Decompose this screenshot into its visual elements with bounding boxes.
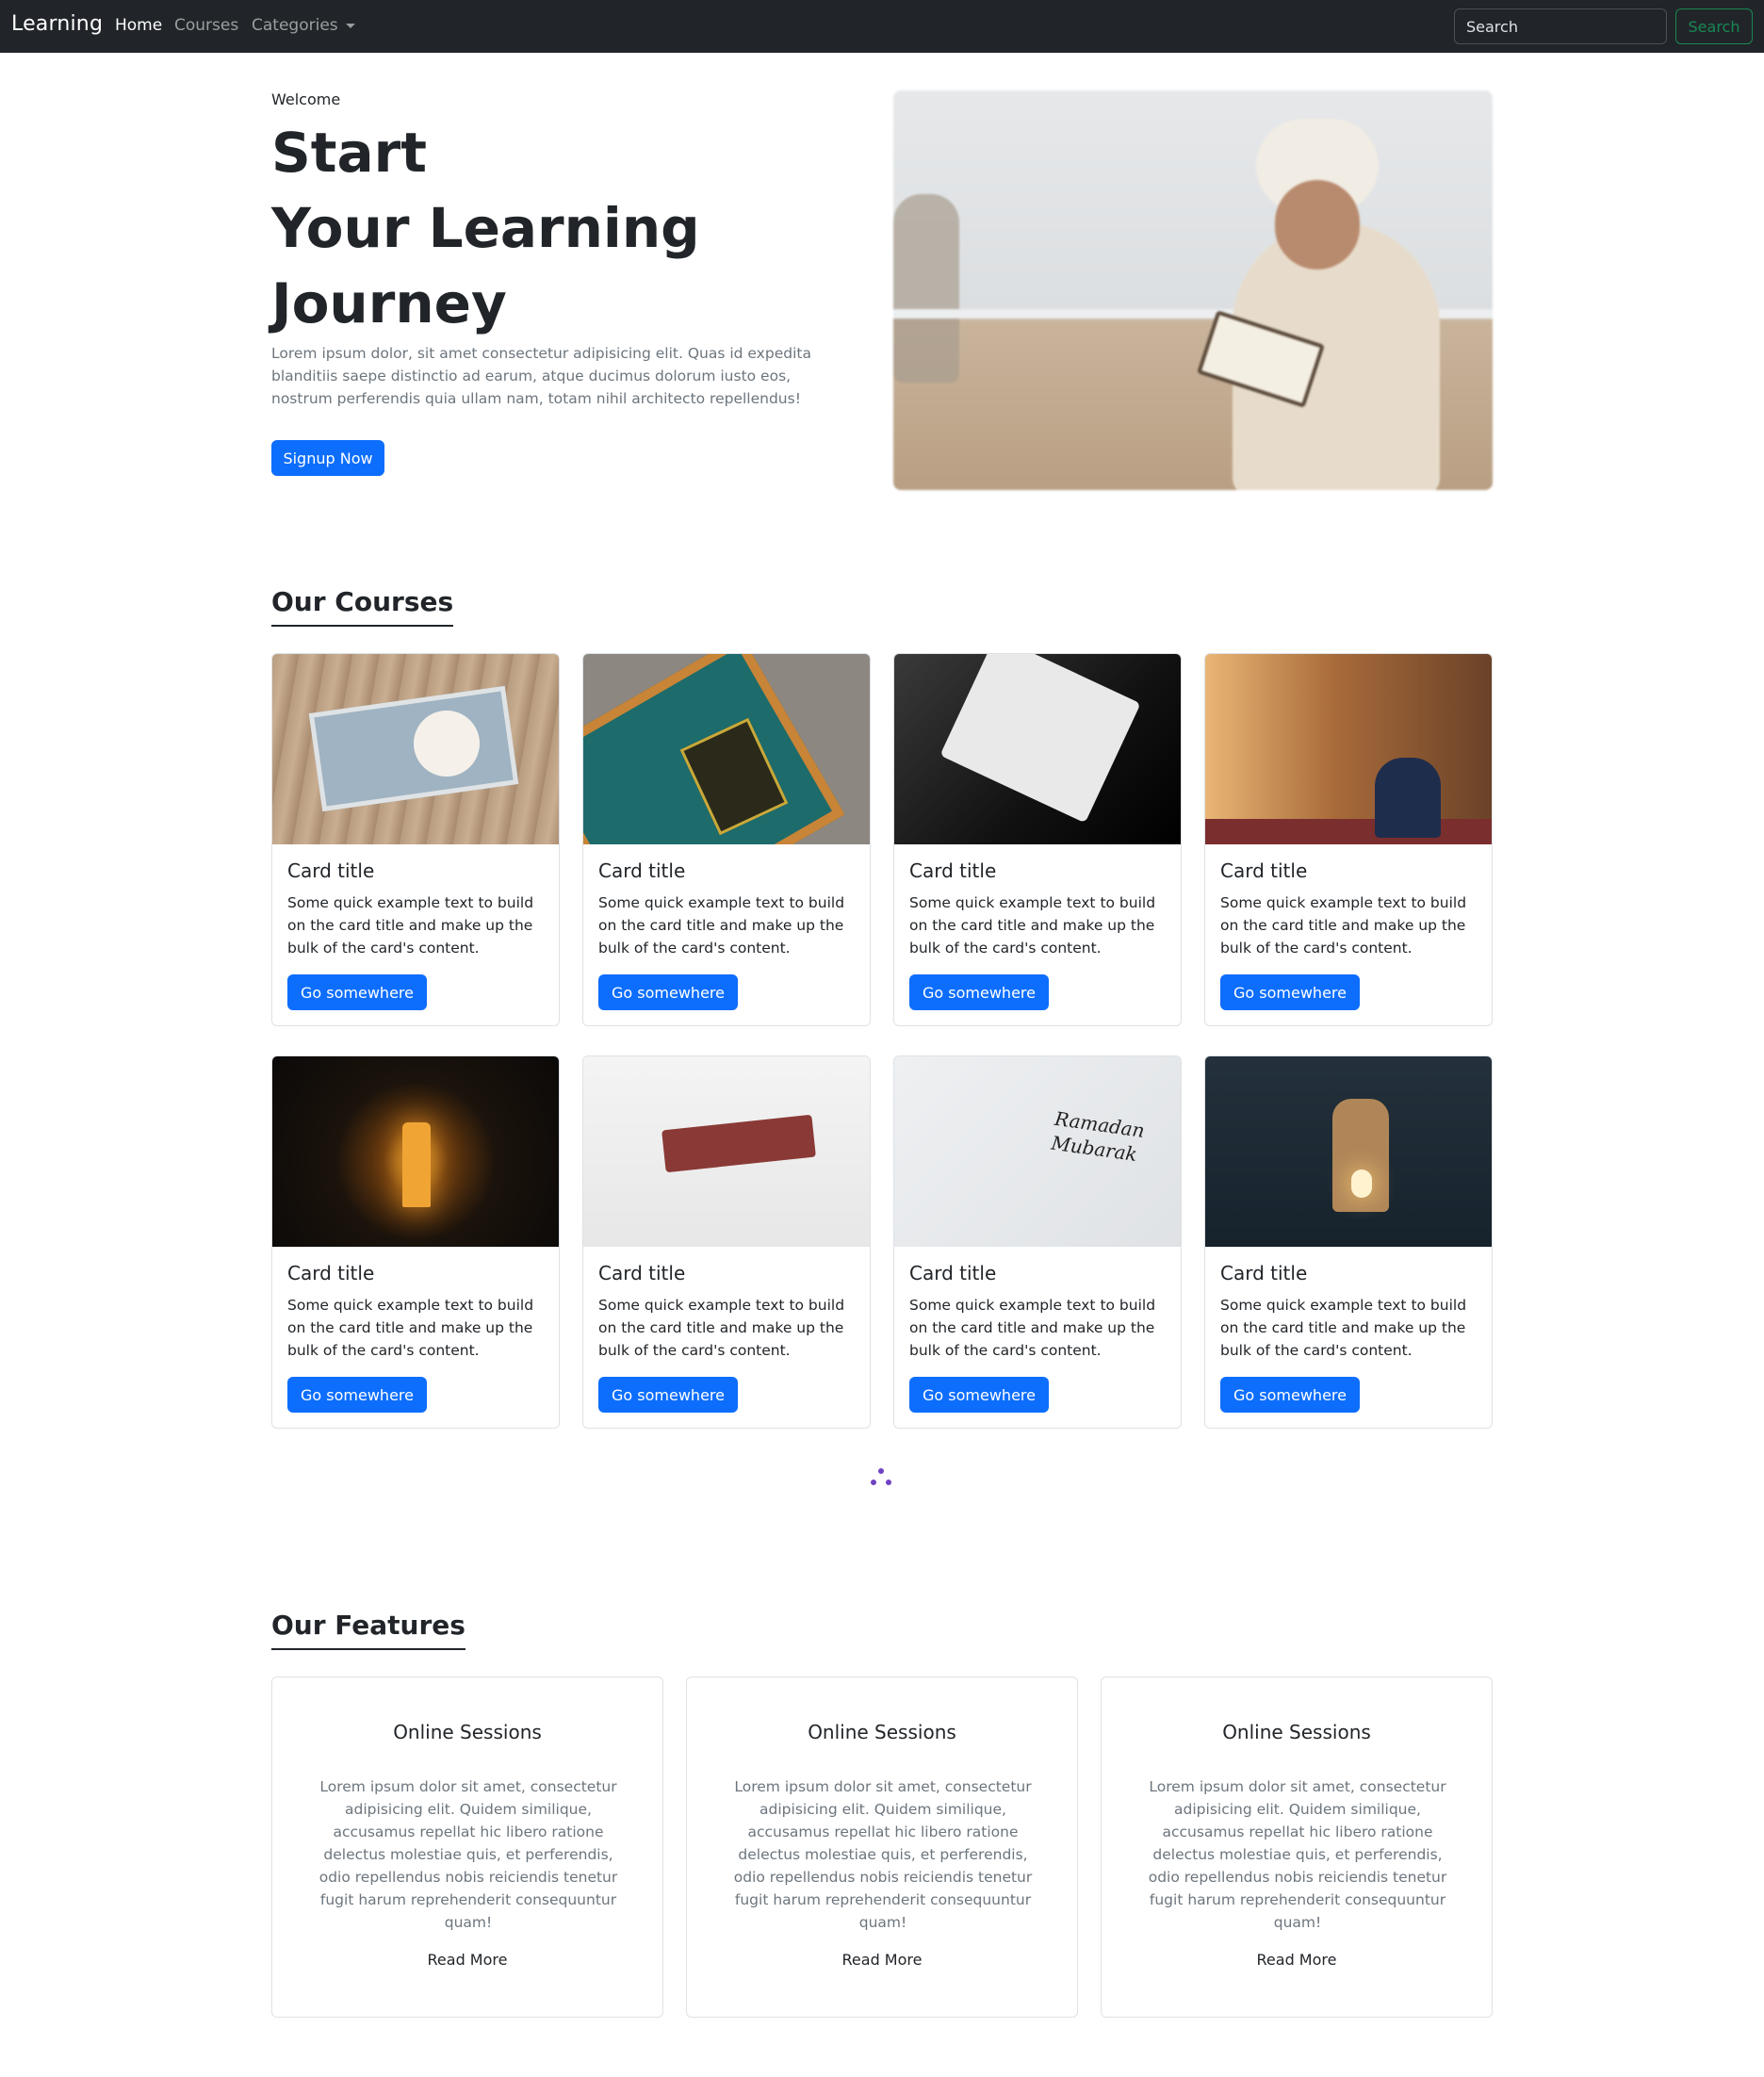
course-card: Card title Some quick example text to bu… — [582, 1055, 871, 1429]
feature-title: Online Sessions — [1222, 1721, 1371, 1743]
course-card-image — [1205, 654, 1492, 844]
go-somewhere-button[interactable]: Go somewhere — [909, 974, 1049, 1010]
go-somewhere-button[interactable]: Go somewhere — [598, 974, 738, 1010]
card-title: Card title — [909, 1262, 997, 1284]
card-title: Card title — [1220, 1262, 1308, 1284]
course-card: Card title Some quick example text to bu… — [893, 653, 1182, 1026]
go-somewhere-button[interactable]: Go somewhere — [287, 1377, 427, 1413]
hero-title-line-2: Your Learning — [271, 196, 700, 260]
navbar: Learning Home Courses Categories Search — [0, 0, 1764, 53]
signup-button[interactable]: Signup Now — [271, 440, 384, 476]
feature-text: Lorem ipsum dolor sit amet, consectetur … — [318, 1778, 618, 1931]
course-card-image — [583, 654, 870, 844]
course-card: Card title Some quick example text to bu… — [1204, 1055, 1493, 1429]
course-card-image — [583, 1056, 870, 1247]
card-title: Card title — [598, 859, 686, 882]
hero-title-line-3: Journey — [271, 271, 507, 335]
feature-text: Lorem ipsum dolor sit amet, consectetur … — [733, 1778, 1033, 1931]
course-card: Card title Some quick example text to bu… — [271, 653, 560, 1026]
nav-categories-label: Categories — [252, 16, 338, 35]
card-title: Card title — [1220, 859, 1308, 882]
feature-title: Online Sessions — [808, 1721, 956, 1743]
nav-courses[interactable]: Courses — [174, 16, 238, 35]
course-card-image — [272, 654, 559, 844]
go-somewhere-button[interactable]: Go somewhere — [1220, 974, 1360, 1010]
read-more-link[interactable]: Read More — [687, 1951, 1077, 1969]
hero-image — [893, 90, 1493, 490]
feature-card: Online Sessions Lorem ipsum dolor sit am… — [686, 1676, 1078, 2018]
feature-card: Online Sessions Lorem ipsum dolor sit am… — [271, 1676, 663, 2018]
brand-logo[interactable]: Learning — [11, 12, 103, 36]
course-card: Card title Some quick example text to bu… — [271, 1055, 560, 1429]
card-title: Card title — [598, 1262, 686, 1284]
course-card: Card title Some quick example text to bu… — [582, 653, 871, 1026]
hero-title: Start Your Learning Journey — [271, 115, 856, 341]
course-card: Card title Some quick example text to bu… — [1204, 653, 1493, 1026]
ramadan-mubarak-sign: Ramadan Mubarak — [1050, 1106, 1147, 1167]
course-card-image — [1205, 1056, 1492, 1247]
nav-home[interactable]: Home — [115, 16, 162, 35]
hero-welcome: Welcome — [271, 90, 341, 108]
card-text: Some quick example text to build on the … — [598, 1297, 845, 1359]
card-text: Some quick example text to build on the … — [598, 894, 845, 957]
search-button[interactable]: Search — [1675, 8, 1753, 44]
course-card-image: Ramadan Mubarak — [894, 1056, 1181, 1247]
hero-description: Lorem ipsum dolor, sit amet consectetur … — [271, 345, 811, 407]
card-text: Some quick example text to build on the … — [909, 1297, 1156, 1359]
card-text: Some quick example text to build on the … — [287, 1297, 534, 1359]
read-more-link[interactable]: Read More — [272, 1951, 662, 1969]
feature-title: Online Sessions — [393, 1721, 542, 1743]
card-title: Card title — [287, 859, 375, 882]
read-more-link[interactable]: Read More — [1102, 1951, 1492, 1969]
course-card-image — [272, 1056, 559, 1247]
feature-text: Lorem ipsum dolor sit amet, consectetur … — [1148, 1778, 1447, 1931]
loader-icon — [867, 1466, 895, 1491]
go-somewhere-button[interactable]: Go somewhere — [1220, 1377, 1360, 1413]
features-heading: Our Features — [271, 1610, 466, 1650]
search-input[interactable] — [1454, 8, 1667, 44]
go-somewhere-button[interactable]: Go somewhere — [287, 974, 427, 1010]
courses-heading: Our Courses — [271, 586, 454, 627]
card-title: Card title — [287, 1262, 375, 1284]
card-text: Some quick example text to build on the … — [1220, 894, 1467, 957]
course-card: Ramadan Mubarak Card title Some quick ex… — [893, 1055, 1182, 1429]
feature-card: Online Sessions Lorem ipsum dolor sit am… — [1101, 1676, 1493, 2018]
nav-categories-dropdown[interactable]: Categories — [252, 16, 355, 35]
go-somewhere-button[interactable]: Go somewhere — [598, 1377, 738, 1413]
caret-down-icon — [345, 23, 355, 28]
card-text: Some quick example text to build on the … — [1220, 1297, 1467, 1359]
course-card-image — [894, 654, 1181, 844]
card-text: Some quick example text to build on the … — [287, 894, 534, 957]
card-text: Some quick example text to build on the … — [909, 894, 1156, 957]
go-somewhere-button[interactable]: Go somewhere — [909, 1377, 1049, 1413]
card-title: Card title — [909, 859, 997, 882]
hero-title-line-1: Start — [271, 121, 427, 185]
